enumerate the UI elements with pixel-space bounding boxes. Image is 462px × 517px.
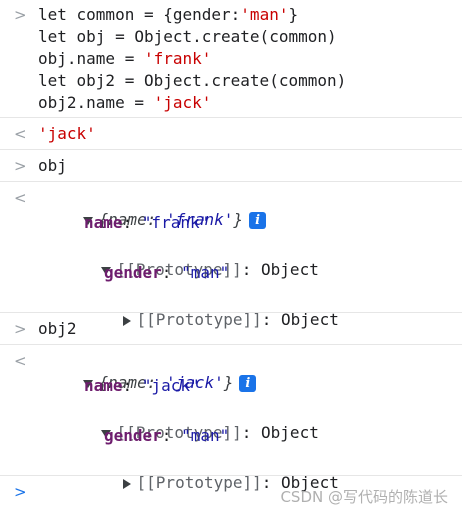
prompt-chevron-icon: > — [14, 320, 27, 338]
input-text: obj2 — [38, 319, 77, 338]
console-result-entry-3: < {name: 'jack'} i name: "jack" [[Prototy… — [0, 345, 462, 492]
property-row-name: name: "frank" — [84, 213, 210, 232]
prototype-value: Object — [261, 260, 319, 279]
property-value: "man" — [181, 263, 230, 282]
object-preview-row[interactable]: {name: 'jack'} i — [44, 350, 257, 392]
code-line-1: let common = {gender:'man'} — [38, 4, 298, 26]
input-text: obj — [38, 156, 67, 175]
console-input-entry-1: > let common = {gender:'man'} let obj = … — [0, 0, 462, 118]
code-text: } — [288, 5, 299, 24]
info-icon[interactable]: i — [249, 212, 267, 229]
property-value: "man" — [181, 426, 230, 445]
property-key: gender — [104, 263, 162, 282]
property-row-gender: gender: "man" — [104, 426, 230, 445]
code-text: let obj2 = Object.create(common) — [38, 71, 347, 90]
info-icon[interactable]: i — [239, 375, 257, 392]
prototype-value: Object — [261, 423, 319, 442]
prompt-chevron-icon: > — [14, 157, 27, 175]
property-value: "jack" — [141, 376, 200, 395]
result-chevron-icon: < — [14, 352, 27, 370]
code-line-3: obj.name = 'frank' — [38, 48, 211, 70]
property-row-gender: gender: "man" — [104, 263, 230, 282]
property-row-name: name: "jack" — [84, 376, 200, 395]
property-key: gender — [104, 426, 162, 445]
result-chevron-icon: < — [14, 189, 27, 207]
console-input-entry-2: > obj — [0, 150, 462, 182]
prompt-chevron-icon: > — [14, 6, 27, 24]
prompt-chevron-icon: > — [14, 483, 27, 501]
code-string: 'man' — [240, 5, 289, 24]
result-chevron-icon: < — [14, 125, 27, 143]
code-text: obj.name = — [38, 49, 144, 68]
inner-prototype-row[interactable]: [[Prototype]]: Object — [84, 450, 339, 492]
console-result-entry-2: < {name: 'frank'} i name: "frank" [[Proto… — [0, 182, 462, 329]
result-value: 'jack' — [38, 123, 96, 145]
code-text: let common = {gender: — [38, 5, 241, 24]
code-line-5: obj2.name = 'jack' — [38, 92, 211, 114]
property-key: name — [84, 376, 123, 395]
code-string: 'jack' — [153, 93, 212, 112]
code-line-4: let obj2 = Object.create(common) — [38, 70, 346, 92]
code-text: obj2.name = — [38, 93, 154, 112]
inner-prototype-row[interactable]: [[Prototype]]: Object — [84, 287, 339, 329]
property-key: name — [84, 213, 123, 232]
code-text: let obj = Object.create(common) — [38, 27, 337, 46]
console-result-entry-1: < 'jack' — [0, 118, 462, 150]
prototype-row[interactable]: [[Prototype]]: Object — [62, 400, 319, 442]
prototype-row[interactable]: [[Prototype]]: Object — [62, 237, 319, 279]
object-preview-row[interactable]: {name: 'frank'} i — [44, 187, 267, 229]
code-line-2: let obj = Object.create(common) — [38, 26, 337, 48]
property-value: "frank" — [141, 213, 210, 232]
console-input-entry-3: > obj2 — [0, 313, 462, 345]
watermark: CSDN @写代码的陈道长 — [280, 488, 448, 506]
result-string: 'jack' — [38, 124, 96, 143]
code-string: 'frank' — [143, 49, 212, 68]
